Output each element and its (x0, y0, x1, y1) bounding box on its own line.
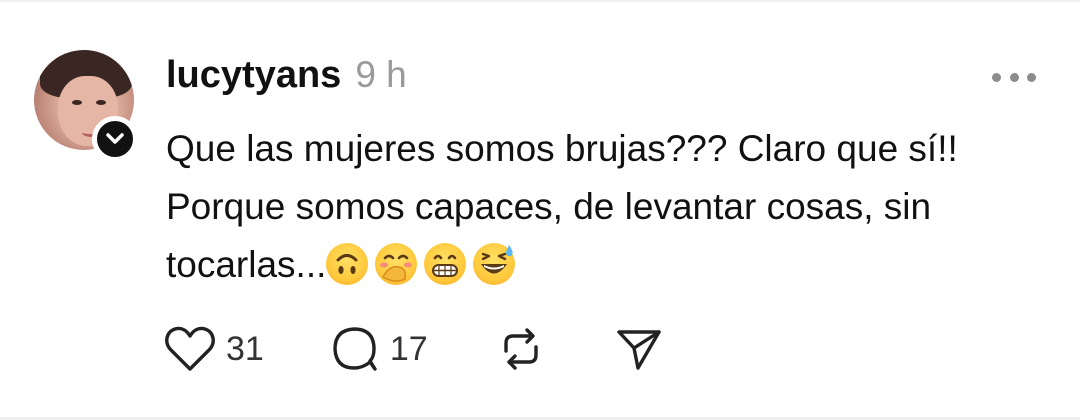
repost-button[interactable] (496, 324, 546, 374)
upside-down-face-emoji (326, 243, 369, 285)
top-divider (0, 0, 1080, 2)
post-text: Que las mujeres somos brujas??? Claro qu… (166, 120, 1046, 294)
post-text-line: Porque somos capaces, de levantar cosas,… (166, 186, 932, 227)
heart-icon (165, 326, 215, 371)
post-header: lucytyans 9 h (166, 54, 407, 104)
dot-icon (1009, 72, 1019, 82)
post-container: lucytyans 9 h Que las mujeres somos bruj… (0, 0, 1080, 420)
hand-over-mouth-emoji (375, 243, 418, 285)
chevron-down-icon (106, 133, 124, 144)
username[interactable]: lucytyans (166, 54, 341, 97)
grinning-sweat-emoji (473, 243, 516, 285)
timestamp: 9 h (355, 54, 407, 95)
dot-icon (992, 72, 1001, 82)
follow-badge[interactable] (92, 116, 138, 162)
like-count: 31 (226, 329, 264, 368)
repost-icon (503, 328, 538, 370)
more-options-button[interactable] (992, 70, 1036, 84)
comment-icon (333, 327, 377, 371)
share-button[interactable] (614, 324, 664, 374)
send-icon (616, 330, 661, 370)
post-actions: 31 17 (164, 322, 664, 376)
reply-count: 17 (389, 329, 428, 368)
grinning-face-emoji (424, 243, 467, 285)
reply-button[interactable]: 17 (330, 324, 428, 374)
post-text-line: Que las mujeres somos brujas??? Claro qu… (166, 128, 958, 169)
post-text-line-last: tocarlas... (166, 236, 1046, 294)
dot-icon (1027, 72, 1036, 82)
like-button[interactable]: 31 (164, 325, 264, 373)
